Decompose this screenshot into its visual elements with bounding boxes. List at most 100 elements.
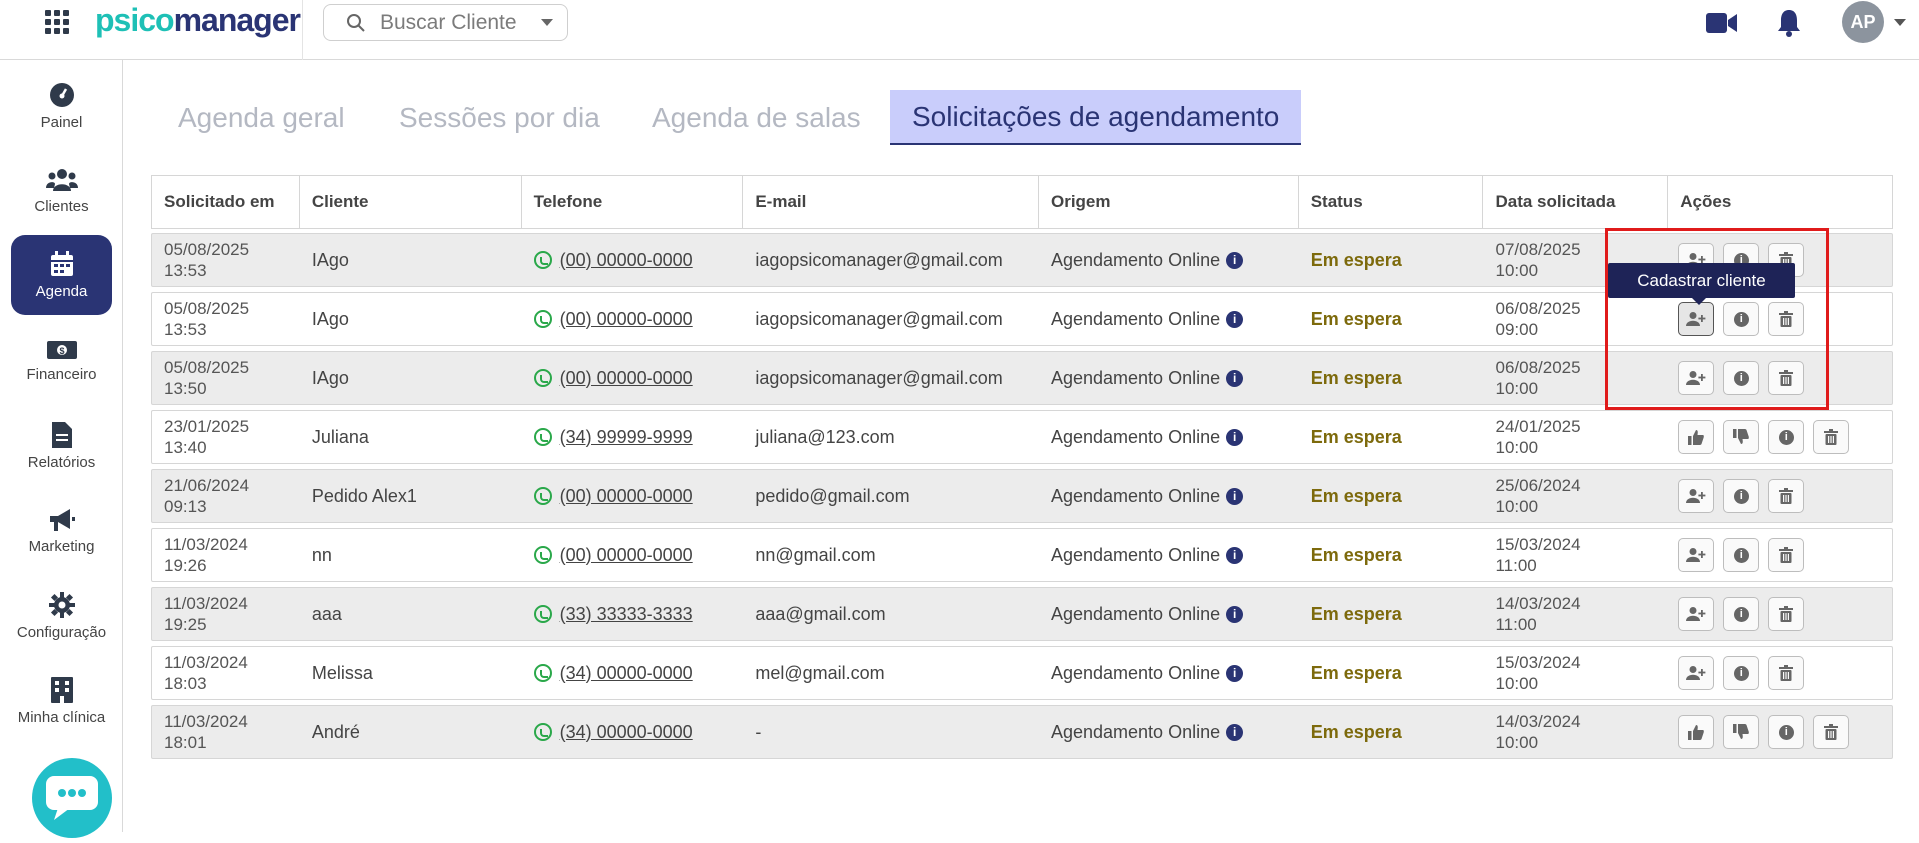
register-client-button[interactable] — [1678, 656, 1715, 690]
info-icon[interactable]: i — [1226, 251, 1244, 269]
status-badge: Em espera — [1310, 721, 1402, 742]
tab-agenda-geral[interactable]: Agenda geral — [156, 90, 367, 145]
phone-number[interactable]: (34) 00000-0000 — [560, 722, 693, 743]
details-button[interactable]: i — [1723, 597, 1760, 631]
info-icon[interactable]: i — [1226, 310, 1244, 328]
column-header[interactable]: E-mail — [743, 176, 1039, 228]
origin-text: Agendamento Online — [1050, 485, 1221, 506]
delete-button[interactable] — [1768, 597, 1805, 631]
sidebar-item-agenda[interactable]: Agenda — [11, 235, 112, 315]
actions-cell: i — [1668, 529, 1892, 581]
apps-grid-icon[interactable] — [45, 10, 69, 34]
sidebar-item-marketing[interactable]: Marketing — [11, 491, 112, 571]
table-row: 11/03/2024 19:26 nn (00) 00000-0000 nn@gmail… — [151, 528, 1893, 582]
info-icon[interactable]: i — [1226, 605, 1244, 623]
details-button[interactable]: i — [1768, 420, 1805, 454]
column-header[interactable]: Data solicitada — [1483, 176, 1669, 228]
approve-button[interactable] — [1678, 420, 1715, 454]
approve-button[interactable] — [1678, 715, 1715, 749]
sidebar-item-painel[interactable]: Painel — [11, 66, 112, 146]
sidebar-item-financeiro[interactable]: $ Financeiro — [11, 321, 112, 401]
whatsapp-link[interactable]: (00) 00000-0000 — [533, 368, 693, 389]
origin-text: Agendamento Online — [1050, 721, 1221, 742]
register-client-button[interactable] — [1678, 538, 1715, 572]
email-cell: juliana@123.com — [755, 426, 895, 447]
tab-sessoes-por-dia[interactable]: Sessões por dia — [377, 90, 622, 145]
register-client-button[interactable] — [1678, 479, 1715, 513]
details-button[interactable]: i — [1723, 479, 1760, 513]
details-button[interactable]: i — [1768, 715, 1805, 749]
column-header[interactable]: Status — [1299, 176, 1484, 228]
video-camera-icon[interactable] — [1706, 12, 1738, 34]
delete-button[interactable] — [1813, 420, 1850, 454]
phone-number[interactable]: (34) 99999-9999 — [560, 427, 693, 448]
client-search[interactable]: Buscar Cliente — [323, 4, 568, 41]
trash-icon — [1779, 665, 1794, 681]
add-user-icon — [1686, 489, 1706, 503]
whatsapp-icon — [533, 664, 552, 682]
sidebar-item-relatorios[interactable]: Relatórios — [11, 406, 112, 486]
details-button[interactable]: i — [1723, 538, 1760, 572]
actions-cell: i — [1668, 647, 1892, 699]
whatsapp-link[interactable]: (34) 99999-9999 — [533, 427, 693, 448]
phone-number[interactable]: (00) 00000-0000 — [560, 545, 693, 566]
delete-button[interactable] — [1768, 656, 1805, 690]
whatsapp-link[interactable]: (33) 33333-3333 — [533, 604, 693, 625]
info-icon[interactable]: i — [1226, 428, 1244, 446]
trash-icon — [1779, 488, 1794, 504]
bell-icon[interactable] — [1776, 8, 1802, 38]
whatsapp-link[interactable]: (00) 00000-0000 — [533, 486, 693, 507]
whatsapp-link[interactable]: (34) 00000-0000 — [533, 722, 693, 743]
column-header[interactable]: Solicitado em — [152, 176, 300, 228]
whatsapp-link[interactable]: (00) 00000-0000 — [533, 545, 693, 566]
client-cell: IAgo — [311, 367, 349, 388]
info-icon[interactable]: i — [1226, 723, 1244, 741]
chat-support-button[interactable] — [32, 758, 112, 838]
whatsapp-link[interactable]: (34) 00000-0000 — [533, 663, 693, 684]
register-client-button[interactable] — [1678, 597, 1715, 631]
requested-at-cell: 11/03/2024 19:26 — [152, 529, 300, 581]
info-icon[interactable]: i — [1226, 664, 1244, 682]
delete-button[interactable] — [1768, 538, 1805, 572]
logo[interactable]: psicomanager — [95, 2, 301, 39]
phone-number[interactable]: (00) 00000-0000 — [560, 309, 693, 330]
phone-number[interactable]: (00) 00000-0000 — [560, 368, 693, 389]
requested-slot-cell: 14/03/2024 11:00 — [1483, 588, 1668, 640]
info-icon[interactable]: i — [1226, 487, 1244, 505]
info-icon[interactable]: i — [1226, 369, 1244, 387]
phone-number[interactable]: (33) 33333-3333 — [560, 604, 693, 625]
phone-number[interactable]: (34) 00000-0000 — [560, 663, 693, 684]
scheduled-time: 10:00 — [1495, 261, 1539, 280]
delete-button[interactable] — [1768, 479, 1805, 513]
tab-agenda-de-salas[interactable]: Agenda de salas — [630, 90, 883, 145]
column-header[interactable]: Cliente — [300, 176, 522, 228]
table-row: 23/01/2025 13:40 Juliana (34) 99999-9999 jul… — [151, 410, 1893, 464]
sidebar-item-configuracao[interactable]: Configuração — [11, 576, 112, 656]
status-cell: Em espera — [1299, 706, 1484, 758]
reject-button[interactable] — [1723, 420, 1760, 454]
info-icon: i — [1733, 488, 1749, 504]
requested-at-cell: 05/08/2025 13:53 — [152, 293, 300, 345]
origin-cell: Agendamento Online i — [1039, 588, 1299, 640]
phone-cell: (00) 00000-0000 — [522, 234, 744, 286]
trash-icon — [1779, 547, 1794, 563]
phone-number[interactable]: (00) 00000-0000 — [560, 250, 693, 271]
whatsapp-link[interactable]: (00) 00000-0000 — [533, 309, 693, 330]
phone-number[interactable]: (00) 00000-0000 — [560, 486, 693, 507]
sidebar-item-minha-clinica[interactable]: Minha clínica — [11, 661, 112, 741]
column-header[interactable]: Telefone — [522, 176, 744, 228]
scheduled-time: 11:00 — [1495, 556, 1537, 575]
whatsapp-link[interactable]: (00) 00000-0000 — [533, 250, 693, 271]
reject-button[interactable] — [1723, 715, 1760, 749]
avatar[interactable]: AP — [1842, 1, 1884, 43]
status-cell: Em espera — [1299, 293, 1484, 345]
table-header: Solicitado em Cliente Telefone E-mail Or… — [151, 175, 1893, 229]
details-button[interactable]: i — [1723, 656, 1760, 690]
tab-solicitacoes-de-agendamento[interactable]: Solicitações de agendamento — [890, 90, 1302, 145]
sidebar-item-clientes[interactable]: Clientes — [11, 151, 112, 231]
column-header[interactable]: Origem — [1039, 176, 1299, 228]
chevron-down-icon[interactable] — [1894, 19, 1906, 26]
info-icon[interactable]: i — [1226, 546, 1244, 564]
origin-text: Agendamento Online — [1050, 426, 1221, 447]
delete-button[interactable] — [1813, 715, 1850, 749]
